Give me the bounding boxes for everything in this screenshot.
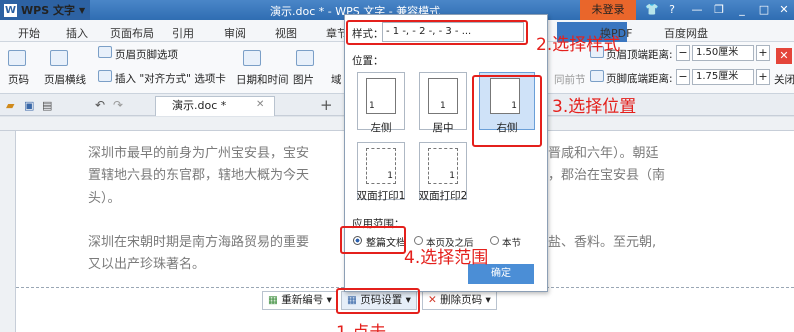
insert-align-tab-button[interactable]: 插入 "对齐方式" 选项卡 bbox=[115, 71, 226, 86]
tab-close-icon[interactable]: ✕ bbox=[256, 99, 264, 110]
open-folder-icon[interactable]: ▰ bbox=[6, 99, 14, 112]
range-section-label: 本节 bbox=[502, 238, 522, 249]
picture-button[interactable]: 图片 bbox=[293, 72, 314, 87]
tab-insert[interactable]: 插入 bbox=[66, 25, 88, 41]
date-time-icon bbox=[243, 50, 261, 66]
tab-review[interactable]: 审阅 bbox=[224, 25, 246, 41]
plus-icon[interactable]: + bbox=[756, 69, 770, 85]
delete-icon: ✕ bbox=[428, 294, 441, 306]
renumber-label: 重新编号 bbox=[281, 294, 324, 306]
picture-icon bbox=[296, 50, 314, 66]
vertical-ruler bbox=[0, 131, 16, 332]
header-options-icon bbox=[98, 46, 112, 58]
annotation-step4: 4.选择范围 bbox=[404, 248, 489, 268]
position-duplex2-label: 双面打印2 bbox=[418, 190, 468, 202]
paragraph-line: ，郡治在宝安县（南 bbox=[548, 168, 666, 183]
app-menu-button[interactable]: W WPS 文字 ▼ bbox=[0, 0, 90, 20]
window-maximize-icon[interactable]: □ bbox=[757, 3, 771, 17]
paragraph-line: 置辖地六县的东官郡，辖地大概为今天 bbox=[88, 168, 310, 183]
page-number-icon bbox=[8, 50, 26, 66]
position-left-label: 左侧 bbox=[370, 122, 392, 134]
insert-tab-icon bbox=[98, 70, 112, 82]
header-line-button[interactable]: 页眉横线 bbox=[44, 72, 86, 87]
new-tab-icon[interactable]: + bbox=[320, 96, 333, 114]
annotation-step1: 1.点击 bbox=[336, 318, 386, 332]
tab-references[interactable]: 引用 bbox=[172, 25, 194, 41]
position-duplex1-label: 双面打印1 bbox=[356, 190, 406, 202]
plus-icon[interactable]: + bbox=[756, 45, 770, 61]
page-number-marker: 1 bbox=[387, 171, 393, 181]
delete-label: 删除页码 bbox=[440, 294, 483, 306]
shirt-icon[interactable]: 👕 bbox=[645, 3, 659, 17]
help-icon[interactable]: ? bbox=[665, 3, 679, 17]
field-button[interactable]: 域 bbox=[331, 72, 342, 87]
tab-page-layout[interactable]: 页面布局 bbox=[110, 25, 154, 41]
paragraph-line: 头）。 bbox=[88, 191, 121, 206]
window-minimize-icon[interactable]: _ bbox=[735, 3, 749, 17]
position-label: 位置： bbox=[352, 55, 384, 67]
annotation-page-settings-box bbox=[336, 288, 420, 314]
annotation-step2: 2.选择样式 bbox=[536, 35, 621, 55]
paragraph-line: 晋咸和六年）。朝廷 bbox=[548, 146, 659, 161]
paragraph-line: 深圳在宋朝时期是南方海路贸易的重要 bbox=[88, 235, 310, 250]
footer-bottom-input[interactable]: 1.75厘米 bbox=[692, 69, 754, 85]
renumber-button[interactable]: ▦ 重新编号 ▾ bbox=[262, 291, 338, 310]
header-line-icon bbox=[50, 50, 68, 66]
same-as-previous-button[interactable]: 同前节 bbox=[554, 72, 586, 87]
header-top-input[interactable]: 1.50厘米 bbox=[692, 45, 754, 61]
annotation-style-box bbox=[346, 20, 528, 45]
save-icon[interactable]: ▣ bbox=[24, 99, 34, 112]
footer-bottom-label: 页脚底端距离: bbox=[606, 73, 673, 85]
page-preview: 1 bbox=[428, 148, 458, 184]
tab-view[interactable]: 视图 bbox=[275, 25, 297, 41]
login-button[interactable]: 未登录 bbox=[580, 0, 636, 20]
page-preview: 1 bbox=[366, 148, 396, 184]
page-number-button[interactable]: 页码 bbox=[8, 72, 29, 87]
header-footer-options-button[interactable]: 页眉页脚选项 bbox=[115, 47, 178, 62]
print-icon[interactable]: ▤ bbox=[42, 99, 52, 112]
app-name: WPS 文字 bbox=[21, 4, 75, 17]
window-close-icon[interactable]: ✕ bbox=[777, 3, 791, 17]
annotation-step3: 3.选择位置 bbox=[552, 97, 637, 117]
page-preview: 1 bbox=[428, 78, 458, 114]
position-center-label: 居中 bbox=[432, 122, 454, 134]
document-tab-label: 演示.doc * bbox=[172, 99, 227, 112]
page-number-marker: 1 bbox=[449, 171, 455, 181]
redo-icon[interactable]: ↷ bbox=[113, 98, 123, 112]
page-number-marker: 1 bbox=[440, 101, 446, 111]
tab-home[interactable]: 开始 bbox=[18, 25, 40, 41]
paragraph-line: 深圳市最早的前身为广州宝安县，宝安 bbox=[88, 146, 310, 161]
range-section-radio[interactable] bbox=[490, 236, 499, 245]
delete-page-number-button[interactable]: ✕ 删除页码 ▾ bbox=[422, 291, 497, 310]
wps-logo-icon: W bbox=[4, 3, 17, 17]
page-number-marker: 1 bbox=[369, 101, 375, 111]
paragraph-line: 又以出产珍珠著名。 bbox=[88, 257, 206, 272]
page-preview: 1 bbox=[366, 78, 396, 114]
footer-bottom-icon bbox=[590, 70, 604, 82]
minus-icon[interactable]: − bbox=[676, 69, 690, 85]
paragraph-line: 盐、香料。至元朝, bbox=[548, 235, 657, 250]
annotation-range-box bbox=[340, 226, 406, 254]
close-header-button[interactable]: 关闭 bbox=[774, 72, 794, 87]
annotation-position-box bbox=[472, 75, 542, 147]
minus-icon[interactable]: − bbox=[676, 45, 690, 61]
chevron-down-icon: ▼ bbox=[78, 5, 86, 15]
minimize-icon[interactable]: — bbox=[690, 3, 704, 17]
close-header-icon[interactable]: ✕ bbox=[776, 48, 792, 64]
undo-icon[interactable]: ↶ bbox=[95, 98, 105, 112]
restore-icon[interactable]: ❐ bbox=[712, 3, 726, 17]
renumber-icon: ▦ bbox=[268, 294, 282, 306]
tab-baidu-disk[interactable]: 百度网盘 bbox=[664, 25, 708, 41]
date-time-button[interactable]: 日期和时间 bbox=[236, 72, 289, 87]
